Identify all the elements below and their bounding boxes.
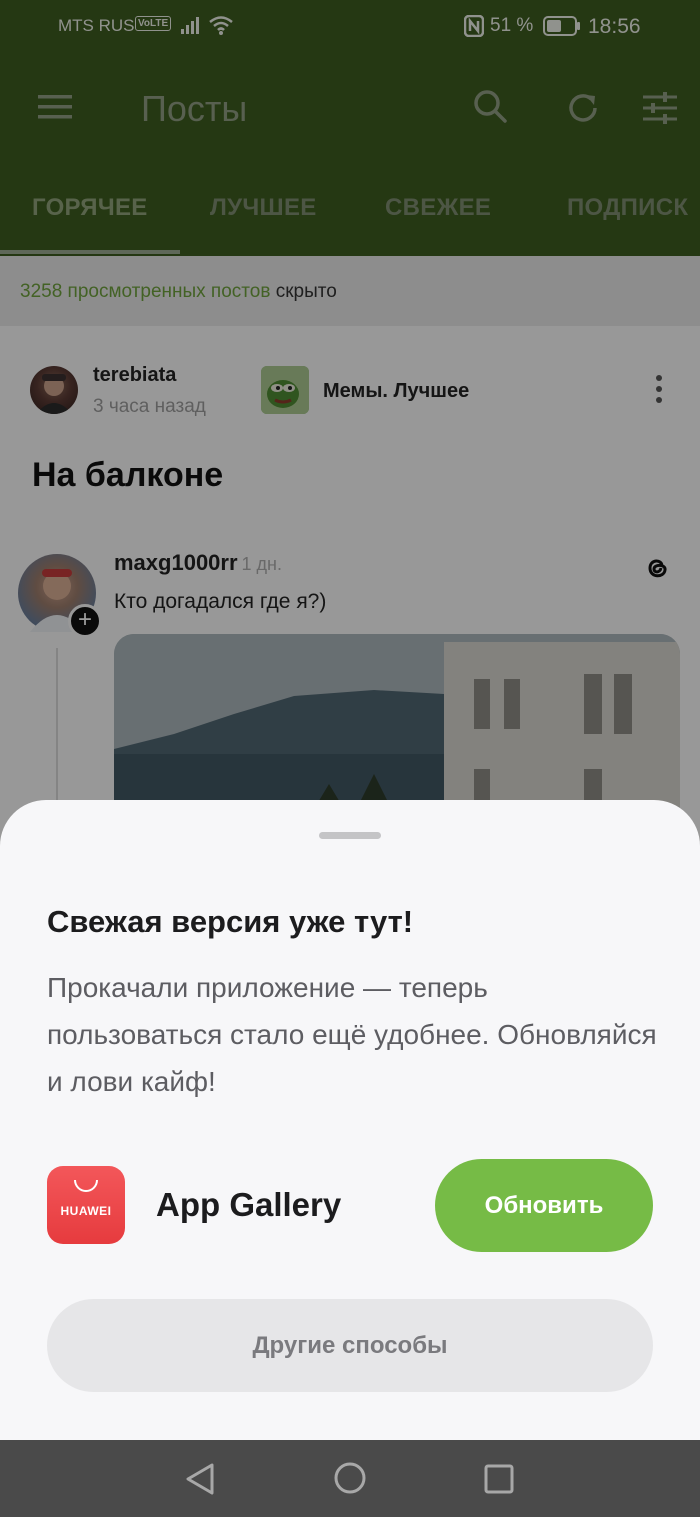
store-brand-label: HUAWEI: [60, 1204, 112, 1218]
store-name: App Gallery: [156, 1186, 342, 1223]
nav-back-icon[interactable]: [184, 1462, 216, 1501]
sheet-description: Прокачали приложение — теперь пользовать…: [47, 972, 657, 1097]
other-methods-button[interactable]: Другие способы: [47, 1299, 653, 1392]
system-nav-bar: [0, 1440, 700, 1517]
sheet-title: Свежая версия уже тут!: [47, 904, 414, 939]
update-bottom-sheet: Свежая версия уже тут! Прокачали приложе…: [0, 800, 700, 1440]
sheet-drag-handle[interactable]: [319, 832, 381, 839]
nav-recent-icon[interactable]: [484, 1464, 514, 1499]
nav-home-icon[interactable]: [333, 1461, 367, 1500]
app-gallery-icon: HUAWEI: [47, 1166, 125, 1244]
update-button[interactable]: Обновить: [435, 1159, 653, 1252]
